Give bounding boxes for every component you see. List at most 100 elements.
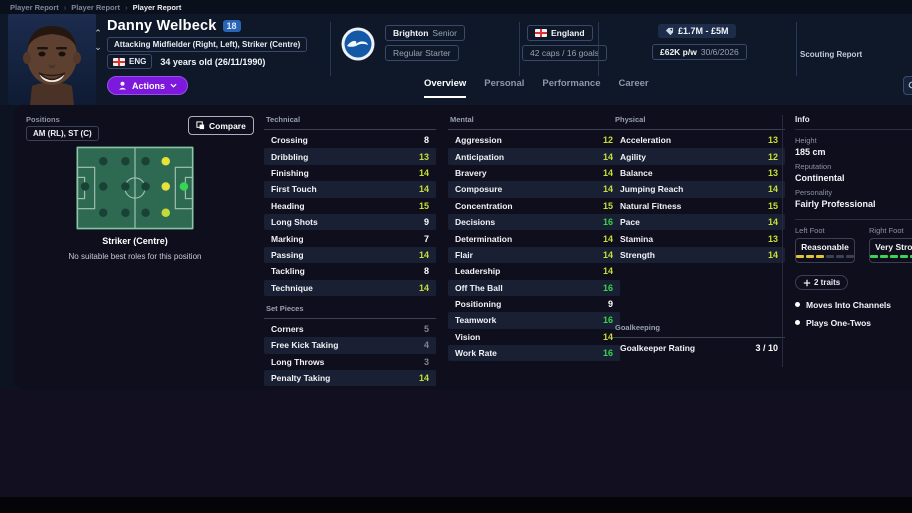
attribute-row-aggression[interactable]: Aggression 12 [448,132,620,148]
attribute-value: 14 [767,184,778,195]
attribute-row-flair[interactable]: Flair 14 [448,246,620,264]
chevron-down-icon [170,83,177,88]
best-roles-note: No suitable best roles for this position [68,252,202,261]
pitch-position-dot-none [121,182,130,191]
attribute-row-passing[interactable]: Passing 14 [264,246,436,264]
attribute-label: Marking [271,233,304,244]
personality-label: Personality [795,188,833,197]
attribute-row-strength[interactable]: Strength 14 [613,246,785,264]
header-divider [330,22,331,76]
tab-career[interactable]: Career [618,78,648,98]
attribute-label: First Touch [271,184,317,195]
attribute-row-acceleration[interactable]: Acceleration 13 [613,132,785,148]
position-pitch[interactable] [76,146,194,230]
transfer-value-pill[interactable]: £1.7M - £5M [658,24,736,38]
attribute-row-jumping-reach[interactable]: Jumping Reach 14 [613,181,785,198]
attribute-row-determination[interactable]: Determination 14 [448,230,620,246]
attribute-row-corners[interactable]: Corners 5 [264,321,436,337]
attribute-row-tackling[interactable]: Tackling 8 [264,263,436,279]
position-pill[interactable]: Attacking Midfielder (Right, Left), Stri… [107,37,308,52]
squad-status-pill[interactable]: Regular Starter [385,45,459,61]
selected-position-name: Striker (Centre) [102,236,168,246]
attribute-row-composure[interactable]: Composure 14 [448,181,620,198]
attribute-label: Vision [455,331,481,342]
traits-button[interactable]: 2 traits [795,275,849,290]
nation-pill[interactable]: England [527,25,593,41]
actions-button[interactable]: Actions [107,76,189,95]
pitch-position-dot-none [121,157,130,166]
bullet-icon [795,320,800,325]
attribute-row-heading[interactable]: Heading 15 [264,198,436,214]
attribute-label: Corners [271,324,304,335]
attribute-row-pace[interactable]: Pace 14 [613,213,785,231]
attribute-row-marking[interactable]: Marking 7 [264,230,436,246]
attribute-value: 14 [602,233,613,244]
attribute-value: 14 [602,151,613,162]
attribute-row-concentration[interactable]: Concentration 15 [448,198,620,214]
trait-item: Moves Into Channels [795,300,912,310]
attribute-label: Technique [271,282,313,293]
reputation-label: Reputation [795,162,832,171]
trait-text: Plays One-Twos [806,317,872,328]
attribute-row-balance[interactable]: Balance 13 [613,165,785,181]
height-label: Height [795,136,817,145]
attribute-row-anticipation[interactable]: Anticipation 14 [448,148,620,165]
attribute-row-technique[interactable]: Technique 14 [264,279,436,296]
compare-icon [196,121,205,130]
foot-rating-segment [890,255,898,258]
attribute-row-dribbling[interactable]: Dribbling 13 [264,148,436,165]
attribute-row-teamwork[interactable]: Teamwork 16 [448,312,620,329]
nationality-pill[interactable]: ENG [107,54,153,69]
attribute-label: Passing [271,249,304,260]
pitch-position-dot-none [80,182,90,191]
foot-rating-segment [806,255,814,258]
attribute-row-decisions[interactable]: Decisions 16 [448,213,620,231]
column-divider [782,115,783,367]
attribute-row-long-throws[interactable]: Long Throws 3 [264,354,436,370]
attribute-row-crossing[interactable]: Crossing 8 [264,132,436,148]
tab-personal[interactable]: Personal [484,78,524,98]
attribute-row-penalty-taking[interactable]: Penalty Taking 14 [264,370,436,387]
tab-overview[interactable]: Overview [424,78,467,98]
attribute-label: Penalty Taking [271,373,331,384]
physical-header: Physical [615,115,646,124]
player-navigation: ⌃ ⌄ [92,28,104,53]
attribute-row-off-the-ball[interactable]: Off The Ball 16 [448,279,620,296]
attribute-value: 16 [602,217,613,228]
technical-header: Technical [266,115,301,124]
attribute-row-natural-fitness[interactable]: Natural Fitness 15 [613,198,785,214]
pitch-position-dot-none [98,157,108,166]
attribute-row-vision[interactable]: Vision 14 [448,329,620,345]
attribute-row-stamina[interactable]: Stamina 13 [613,230,785,246]
attribute-row-free-kick-taking[interactable]: Free Kick Taking 4 [264,337,436,354]
attribute-row-bravery[interactable]: Bravery 14 [448,165,620,181]
england-flag-icon [535,29,547,37]
attribute-value: 14 [418,249,429,260]
attribute-row-long-shots[interactable]: Long Shots 9 [264,213,436,231]
attribute-row-agility[interactable]: Agility 12 [613,148,785,165]
attribute-row-work-rate[interactable]: Work Rate 16 [448,345,620,362]
previous-player-button[interactable]: ⌃ [92,28,104,39]
attribute-row-first-touch[interactable]: First Touch 14 [264,181,436,198]
search-button[interactable] [903,76,912,95]
price-tag-icon [665,27,674,35]
attribute-value: 13 [767,233,778,244]
attribute-row-leadership[interactable]: Leadership 14 [448,263,620,279]
compare-button[interactable]: Compare [188,116,254,135]
tab-performance[interactable]: Performance [542,78,600,98]
club-pill[interactable]: Brighton Senior [385,25,465,41]
attribute-label: Aggression [455,135,502,146]
goalkeeping-header: Goalkeeping [615,323,661,333]
summary-cards-row: Happiness Information not available Fitn… [0,390,912,497]
breadcrumb-item[interactable]: Player Report [10,3,59,12]
attribute-row-finishing[interactable]: Finishing 14 [264,165,436,181]
trait-text: Moves Into Channels [806,299,892,310]
attribute-row-positioning[interactable]: Positioning 9 [448,296,620,312]
caps-pill: 42 caps / 16 goals [522,45,607,61]
breadcrumb-item[interactable]: Player Report [133,3,182,12]
reputation-value: Continental [795,173,845,183]
next-player-button[interactable]: ⌄ [92,42,104,53]
breadcrumb-item[interactable]: Player Report [71,3,120,12]
wage-contract-pill: £62K p/w 30/6/2026 [652,44,747,60]
attribute-label: Long Throws [271,356,325,367]
